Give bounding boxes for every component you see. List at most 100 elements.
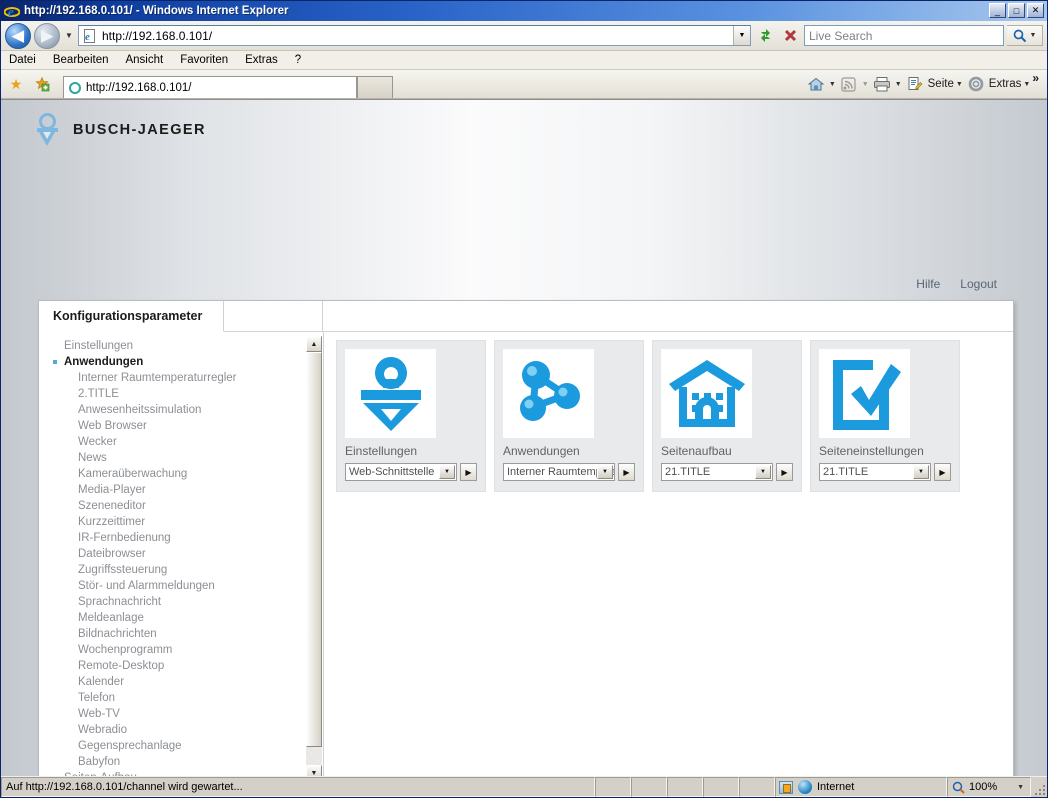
- scroll-down-button[interactable]: ▼: [306, 765, 322, 776]
- tools-menu-caret-icon[interactable]: ▼: [1023, 81, 1030, 88]
- sidebar-item[interactable]: Gegensprechanlage: [39, 738, 323, 754]
- menu-item-datei[interactable]: Datei: [9, 54, 36, 66]
- go-button-einstellungen[interactable]: ▶: [460, 463, 477, 481]
- search-dropdown-caret-icon[interactable]: ▼: [1030, 32, 1037, 39]
- toolbar-overflow-button[interactable]: »: [1032, 71, 1039, 85]
- forward-button[interactable]: ▶: [34, 22, 60, 49]
- sidebar-item[interactable]: Zugriffssteuerung: [39, 562, 323, 578]
- back-button[interactable]: ◀: [5, 22, 31, 49]
- sidebar-item[interactable]: Media-Player: [39, 482, 323, 498]
- sidebar-item[interactable]: IR-Fernbedienung: [39, 530, 323, 546]
- favorites-tab-bar: ★ http://192.168.0.101/ ▼ ▼ ▼ Seite ▼ Ex…: [1, 70, 1047, 99]
- scroll-up-button[interactable]: ▲: [306, 336, 322, 352]
- card-einstellungen[interactable]: Einstellungen Web-Schnittstelle ▼ ▶: [336, 340, 486, 492]
- chevron-down-icon[interactable]: ▼: [913, 465, 929, 479]
- select-anwendungen[interactable]: Interner Raumtemperaturregler ▼: [503, 463, 615, 481]
- address-input[interactable]: e http://192.168.0.101/ ▼: [78, 25, 751, 46]
- sidebar-item[interactable]: Seiten-Aufbau: [39, 770, 323, 776]
- sidebar-item[interactable]: Einstellungen: [39, 338, 323, 354]
- sidebar-item[interactable]: Szeneneditor: [39, 498, 323, 514]
- sidebar-item[interactable]: News: [39, 450, 323, 466]
- sidebar-item[interactable]: Dateibrowser: [39, 546, 323, 562]
- card-seiteneinstellungen[interactable]: Seiteneinstellungen 21.TITLE ▼ ▶: [810, 340, 960, 492]
- security-zone-label: Internet: [817, 781, 855, 793]
- add-to-favorites-button[interactable]: [31, 73, 53, 95]
- zoom-control[interactable]: 100% ▼: [947, 777, 1031, 797]
- scrollbar-thumb[interactable]: [306, 352, 322, 747]
- print-button[interactable]: [871, 73, 893, 95]
- sidebar-item[interactable]: Telefon: [39, 690, 323, 706]
- select-seiteneinstellungen[interactable]: 21.TITLE ▼: [819, 463, 931, 481]
- tools-menu-label[interactable]: Extras: [989, 78, 1022, 90]
- select-value-seiteneinstellungen: 21.TITLE: [823, 466, 869, 478]
- logout-link[interactable]: Logout: [960, 277, 997, 291]
- brand-header: BUSCH-JAEGER: [1, 100, 1047, 160]
- resize-grip[interactable]: [1031, 777, 1047, 797]
- security-zone[interactable]: Internet: [775, 777, 947, 797]
- tab-konfigurationsparameter[interactable]: Konfigurationsparameter: [39, 301, 224, 332]
- maximize-button[interactable]: □: [1008, 3, 1025, 18]
- go-button-seitenaufbau[interactable]: ▶: [776, 463, 793, 481]
- feeds-button[interactable]: [838, 73, 860, 95]
- feeds-dropdown-caret-icon[interactable]: ▼: [862, 81, 869, 88]
- page-menu-caret-icon[interactable]: ▼: [956, 81, 963, 88]
- minimize-button[interactable]: _: [989, 3, 1006, 18]
- sidebar-item[interactable]: 2.TITLE: [39, 386, 323, 402]
- page-favicon-icon: e: [82, 28, 98, 44]
- menu-item-favoriten[interactable]: Favoriten: [180, 54, 228, 66]
- sidebar-item[interactable]: Bildnachrichten: [39, 626, 323, 642]
- select-seitenaufbau[interactable]: 21.TITLE ▼: [661, 463, 773, 481]
- menu-item-ansicht[interactable]: Ansicht: [125, 54, 163, 66]
- sidebar-item[interactable]: Anwendungen: [39, 354, 323, 370]
- tab-secondary[interactable]: [224, 301, 323, 332]
- sidebar-item[interactable]: Wochenprogramm: [39, 642, 323, 658]
- sidebar-item[interactable]: Webradio: [39, 722, 323, 738]
- help-link[interactable]: Hilfe: [916, 277, 940, 291]
- home-dropdown-caret-icon[interactable]: ▼: [829, 81, 836, 88]
- sidebar-item[interactable]: Web-TV: [39, 706, 323, 722]
- zoom-caret-icon[interactable]: ▼: [1017, 784, 1024, 791]
- menu-item-bearbeiten[interactable]: Bearbeiten: [53, 54, 109, 66]
- tab-loading-icon: [69, 81, 81, 94]
- sidebar-item[interactable]: Remote-Desktop: [39, 658, 323, 674]
- address-dropdown-button[interactable]: ▼: [733, 26, 750, 45]
- sidebar-scrollbar[interactable]: ▲ ▼: [305, 335, 322, 776]
- browser-tab[interactable]: http://192.168.0.101/: [63, 76, 357, 98]
- card-icon-seitenaufbau: [661, 349, 752, 438]
- sidebar-item[interactable]: Stör- und Alarmmeldungen: [39, 578, 323, 594]
- stop-button[interactable]: [779, 25, 801, 47]
- sidebar-item[interactable]: Kurzzeittimer: [39, 514, 323, 530]
- sidebar-item[interactable]: Kameraüberwachung: [39, 466, 323, 482]
- card-anwendungen[interactable]: Anwendungen Interner Raumtemperaturregle…: [494, 340, 644, 492]
- refresh-button[interactable]: [754, 25, 776, 47]
- sidebar-item[interactable]: Web Browser: [39, 418, 323, 434]
- page-menu-icon[interactable]: [904, 73, 926, 95]
- sidebar-item[interactable]: Anwesenheitssimulation: [39, 402, 323, 418]
- search-input[interactable]: Live Search: [804, 25, 1004, 46]
- card-seitenaufbau[interactable]: Seitenaufbau 21.TITLE ▼ ▶: [652, 340, 802, 492]
- sidebar-item[interactable]: Sprachnachricht: [39, 594, 323, 610]
- favorites-center-button[interactable]: ★: [5, 73, 27, 95]
- close-button[interactable]: ✕: [1027, 3, 1044, 18]
- menu-item-help[interactable]: ?: [295, 54, 301, 66]
- chevron-down-icon[interactable]: ▼: [597, 465, 613, 479]
- new-tab-button[interactable]: [357, 76, 393, 98]
- sidebar-item[interactable]: Babyfon: [39, 754, 323, 770]
- sidebar-item[interactable]: Wecker: [39, 434, 323, 450]
- chevron-down-icon[interactable]: ▼: [755, 465, 771, 479]
- select-einstellungen[interactable]: Web-Schnittstelle ▼: [345, 463, 457, 481]
- title-bar: e http://192.168.0.101/ - Windows Intern…: [1, 1, 1047, 21]
- go-button-anwendungen[interactable]: ▶: [618, 463, 635, 481]
- home-button[interactable]: [805, 73, 827, 95]
- page-menu-label[interactable]: Seite: [928, 78, 954, 90]
- menu-item-extras[interactable]: Extras: [245, 54, 278, 66]
- sidebar-item[interactable]: Kalender: [39, 674, 323, 690]
- chevron-down-icon[interactable]: ▼: [439, 465, 455, 479]
- sidebar-item[interactable]: Meldeanlage: [39, 610, 323, 626]
- history-dropdown-button[interactable]: ▼: [63, 31, 75, 40]
- sidebar-item[interactable]: Interner Raumtemperaturregler: [39, 370, 323, 386]
- tools-menu-icon[interactable]: [965, 73, 987, 95]
- search-button[interactable]: ▼: [1007, 25, 1043, 46]
- print-dropdown-caret-icon[interactable]: ▼: [895, 81, 902, 88]
- go-button-seiteneinstellungen[interactable]: ▶: [934, 463, 951, 481]
